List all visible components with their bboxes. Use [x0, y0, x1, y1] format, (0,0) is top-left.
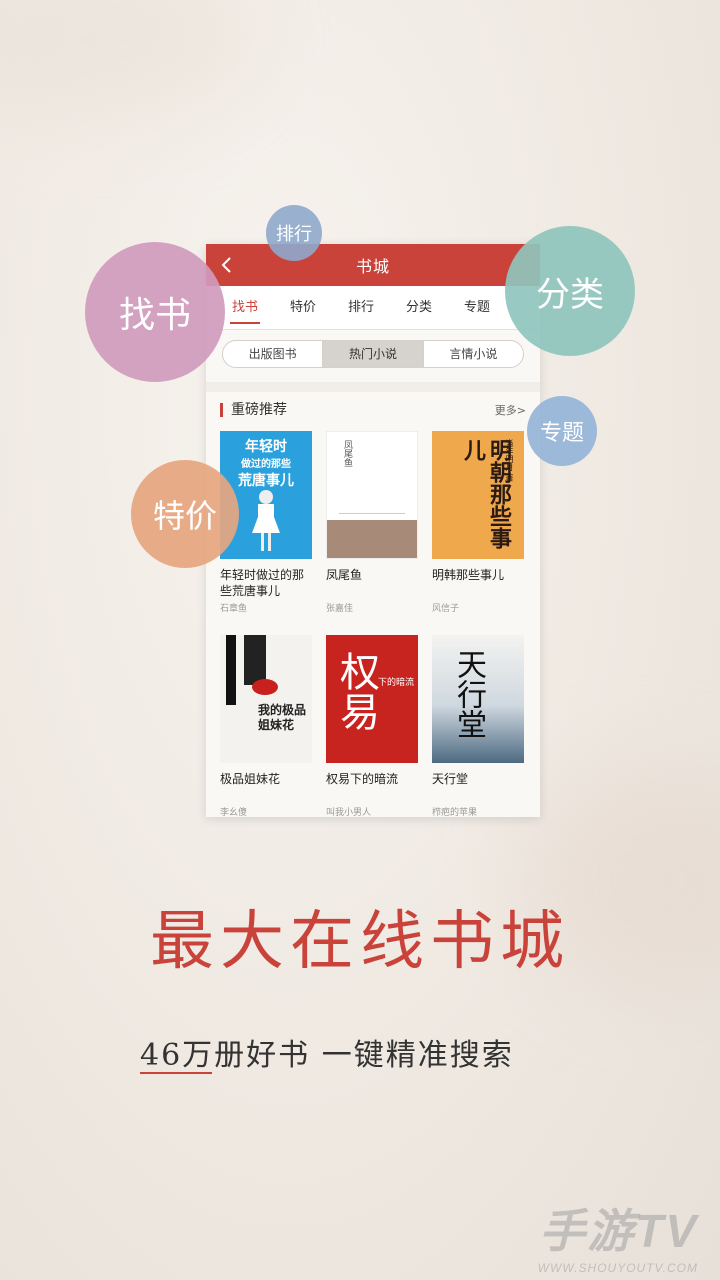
- book-cover[interactable]: 凤尾鱼: [326, 431, 418, 559]
- tab-discount[interactable]: 特价: [274, 286, 332, 330]
- tab-topics[interactable]: 专题: [448, 286, 506, 330]
- book-card[interactable]: 明朝那些事儿 当年明月 著 明韩那些事儿 风信子: [432, 431, 524, 619]
- tab-category[interactable]: 分类: [390, 286, 448, 330]
- bubble-topics: 专题: [527, 396, 597, 466]
- bubble-ranking-label: 排行: [276, 224, 312, 245]
- book-card[interactable]: 我的极品 姐妹花 极品姐妹花 李幺傻: [220, 635, 312, 817]
- bubble-discount-label: 特价: [152, 497, 217, 535]
- book-author: 石章鱼: [220, 604, 248, 614]
- watermark-url: WWW.SHOUYOUTV.COM: [537, 1261, 698, 1275]
- section-title: 重磅推荐: [220, 403, 287, 417]
- watermark: 手游TV WWW.SHOUYOUTV.COM: [538, 1195, 698, 1275]
- book-title: 年轻时做过的那些荒唐事儿: [220, 568, 305, 598]
- book-title: 凤尾鱼: [326, 568, 363, 582]
- section-divider: [206, 382, 540, 392]
- segment-romance[interactable]: 言情小说: [424, 341, 523, 367]
- book-title: 明韩那些事儿: [432, 568, 505, 582]
- book-title: 权易下的暗流: [326, 772, 399, 786]
- back-icon[interactable]: [220, 256, 234, 274]
- book-cover[interactable]: 天行堂: [432, 635, 524, 763]
- page-title: 书城: [355, 257, 390, 276]
- book-grid: 年轻时 做过的那些 荒唐事儿 年轻时做过的那些荒唐事儿 石章鱼 凤尾鱼 凤尾鱼 张嘉…: [220, 431, 526, 817]
- book-author: 栉疤的苹果: [432, 808, 478, 817]
- bubble-category: 分类: [505, 226, 635, 356]
- more-link[interactable]: 更多>: [495, 402, 526, 418]
- book-author: 风信子: [432, 604, 460, 614]
- watermark-logo: 手游TV: [539, 1205, 698, 1257]
- segment-control: 出版图书 热门小说 言情小说: [222, 340, 524, 368]
- book-card[interactable]: 天行堂 天行堂 栉疤的苹果: [432, 635, 524, 817]
- book-cover[interactable]: 明朝那些事儿 当年明月 著: [432, 431, 524, 559]
- title-bar: 书城: [206, 244, 540, 286]
- segment-published[interactable]: 出版图书: [223, 341, 324, 367]
- phone-screen: 书城 找书 特价 排行 分类 专题 出版图书 热门小说 言情小说 重磅推荐 更多…: [206, 244, 540, 817]
- book-card[interactable]: 权易 下的暗流 权易下的暗流 叫我小男人: [326, 635, 418, 817]
- tab-bar: 找书 特价 排行 分类 专题: [206, 286, 540, 330]
- book-author: 张嘉佳: [326, 604, 354, 614]
- bubble-find-books-label: 找书: [118, 295, 191, 336]
- bubble-find-books: 找书: [85, 242, 225, 382]
- book-author: 李幺傻: [220, 808, 248, 817]
- bubble-category-label: 分类: [536, 274, 604, 315]
- tab-ranking[interactable]: 排行: [332, 286, 390, 330]
- book-card[interactable]: 凤尾鱼 凤尾鱼 张嘉佳: [326, 431, 418, 619]
- subline-underline: [140, 1072, 212, 1074]
- book-title: 极品姐妹花: [220, 772, 281, 786]
- bubble-discount: 特价: [131, 460, 239, 568]
- subline: 46万册好书 一键精准搜索: [140, 1038, 514, 1073]
- bubble-ranking: 排行: [266, 205, 322, 261]
- headline: 最大在线书城: [150, 905, 570, 979]
- book-cover[interactable]: 我的极品 姐妹花: [220, 635, 312, 763]
- segment-hot-novels[interactable]: 热门小说: [323, 341, 424, 367]
- book-title: 天行堂: [432, 772, 469, 786]
- book-cover[interactable]: 权易 下的暗流: [326, 635, 418, 763]
- book-author: 叫我小男人: [326, 808, 372, 817]
- section-header: 重磅推荐 更多>: [220, 400, 526, 420]
- bubble-topics-label: 专题: [539, 421, 584, 446]
